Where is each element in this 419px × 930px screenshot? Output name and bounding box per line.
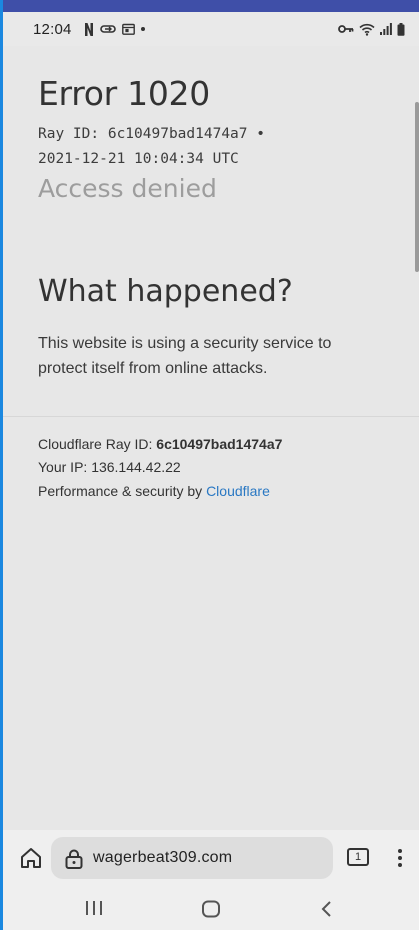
web-page-content: Error 1020 Ray ID: 6c10497bad1474a7 • 20…: [3, 46, 419, 830]
page-scrollbar[interactable]: [415, 102, 419, 272]
status-bar: 12:04: [3, 12, 419, 46]
footer-ip: Your IP: 136.144.42.22: [38, 459, 181, 475]
what-happened-heading: What happened?: [38, 274, 293, 309]
nav-home-icon[interactable]: [201, 900, 221, 923]
ray-id-line: Ray ID: 6c10497bad1474a7 •: [38, 126, 265, 142]
url-text: wagerbeat309.com: [93, 849, 233, 866]
system-navigation-bar: [3, 886, 419, 930]
footer-ray-value: 6c10497bad1474a7: [156, 436, 283, 452]
divider: [3, 416, 419, 417]
more-menu-icon[interactable]: [395, 846, 405, 870]
timestamp-line: 2021-12-21 10:04:34 UTC: [38, 151, 239, 167]
battery-icon: [397, 22, 405, 36]
what-happened-text: This website is using a security service…: [38, 335, 332, 377]
footer-ip-label: Your IP:: [38, 459, 88, 475]
lock-icon: [65, 849, 83, 869]
status-left-icons: [84, 22, 145, 36]
footer-ray-id: Cloudflare Ray ID: 6c10497bad1474a7: [38, 436, 282, 452]
vpn-key-icon: [338, 24, 354, 34]
calendar-icon: [121, 23, 135, 35]
back-icon[interactable]: [319, 900, 333, 923]
home-icon[interactable]: [19, 846, 43, 870]
top-accent-bar: [3, 0, 419, 12]
footer-ip-value: 136.144.42.22: [91, 459, 181, 475]
cloud-sync-icon: [99, 23, 116, 35]
signal-icon: [380, 23, 392, 35]
access-denied-heading: Access denied: [38, 174, 217, 203]
status-left: 12:04: [33, 21, 145, 38]
browser-toolbar: wagerbeat309.com 1: [3, 830, 419, 886]
recent-apps-icon[interactable]: [85, 900, 103, 921]
tabs-button[interactable]: 1: [347, 848, 369, 866]
error-title: Error 1020: [38, 74, 210, 113]
footer-performance: Performance & security by Cloudflare: [38, 483, 270, 499]
wifi-icon: [359, 23, 375, 36]
footer-ray-label: Cloudflare Ray ID:: [38, 436, 153, 452]
status-time: 12:04: [33, 20, 72, 38]
footer-perf-label: Performance & security by: [38, 483, 203, 499]
netflix-n-icon: [84, 22, 94, 36]
address-bar[interactable]: wagerbeat309.com: [51, 837, 333, 879]
notification-dot: [140, 27, 145, 31]
status-right: [338, 22, 405, 36]
phone-screen: 12:04 Error 1020 Ray ID: 6c10497bad1474a…: [0, 0, 419, 930]
cloudflare-link[interactable]: Cloudflare: [206, 483, 270, 499]
